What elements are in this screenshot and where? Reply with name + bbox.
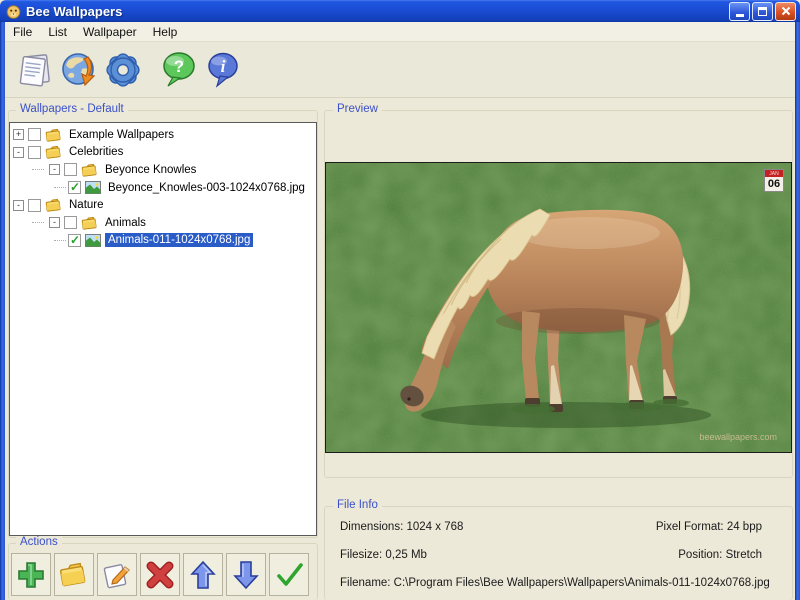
expander-icon[interactable]: - bbox=[49, 164, 60, 176]
expander-icon[interactable]: - bbox=[49, 217, 60, 229]
bee-app-icon bbox=[6, 4, 21, 19]
new-folder-icon bbox=[59, 562, 86, 586]
preview-group-label: Preview bbox=[333, 103, 382, 115]
tree-row-animals-file-selected[interactable]: Animals-011-1024x0768.jpg bbox=[10, 232, 316, 250]
calendar-day: 06 bbox=[767, 178, 781, 190]
delete-button[interactable] bbox=[140, 553, 180, 596]
expander-icon[interactable]: - bbox=[13, 146, 24, 158]
window-frame-left bbox=[0, 22, 5, 600]
maximize-icon bbox=[758, 6, 767, 16]
svg-text:i: i bbox=[221, 57, 226, 76]
edit-button[interactable] bbox=[97, 553, 137, 596]
checkbox[interactable] bbox=[64, 216, 77, 230]
tree-row-beyonce-file[interactable]: Beyonce_Knowles-003-1024x0768.jpg bbox=[10, 179, 316, 197]
wallpaper-tree[interactable]: + Example Wallpapers - Celebrities - Bey… bbox=[9, 122, 317, 536]
add-button[interactable] bbox=[11, 553, 51, 596]
tree-row-celebrities[interactable]: - Celebrities bbox=[10, 144, 316, 162]
title-bar: Bee Wallpapers bbox=[0, 0, 800, 22]
position-value: Position: Stretch bbox=[678, 549, 762, 561]
menu-help[interactable]: Help bbox=[145, 23, 186, 41]
checkbox[interactable] bbox=[28, 145, 41, 159]
checkbox-checked[interactable] bbox=[68, 233, 81, 247]
toolbar: ? i bbox=[5, 42, 795, 98]
settings-button[interactable] bbox=[101, 47, 145, 93]
info-balloon-icon: i bbox=[208, 52, 238, 88]
filename-value: Filename: C:\Program Files\Bee Wallpaper… bbox=[340, 577, 770, 589]
minimize-button[interactable] bbox=[729, 1, 750, 21]
about-button[interactable]: i bbox=[201, 47, 245, 93]
checkbox[interactable] bbox=[28, 198, 41, 212]
web-download-button[interactable] bbox=[57, 47, 101, 93]
apply-check-icon bbox=[277, 562, 303, 586]
pixel-format-value: Pixel Format: 24 bpp bbox=[655, 521, 762, 533]
tree-item-label[interactable]: Animals bbox=[102, 216, 149, 230]
dimensions-value: Dimensions: 1024 x 768 bbox=[340, 521, 464, 533]
folder-icon bbox=[81, 163, 98, 177]
apply-button[interactable] bbox=[269, 553, 309, 596]
bee-wallpapers-window: Bee Wallpapers File List Wallpaper Help bbox=[0, 0, 800, 600]
documents-icon bbox=[19, 53, 50, 87]
move-down-icon bbox=[233, 560, 259, 589]
delete-icon bbox=[146, 561, 174, 588]
tree-item-label[interactable]: Beyonce Knowles bbox=[102, 163, 199, 177]
tree-connector bbox=[54, 187, 66, 189]
window-title: Bee Wallpapers bbox=[26, 3, 123, 19]
tree-row-example-wallpapers[interactable]: + Example Wallpapers bbox=[10, 126, 316, 144]
tree-item-label[interactable]: Beyonce_Knowles-003-1024x0768.jpg bbox=[105, 181, 308, 195]
tree-item-label[interactable]: Nature bbox=[66, 198, 107, 212]
checkbox-checked[interactable] bbox=[68, 180, 81, 195]
help-button[interactable]: ? bbox=[157, 47, 201, 93]
maximize-button[interactable] bbox=[752, 1, 773, 21]
web-download-icon bbox=[62, 52, 96, 86]
wallpapers-group-label: Wallpapers - Default bbox=[16, 103, 128, 115]
tree-row-beyonce-knowles[interactable]: - Beyonce Knowles bbox=[10, 161, 316, 179]
expander-icon[interactable]: - bbox=[13, 199, 24, 211]
wallpaper-preview-image: JAN 06 beewallpapers.com bbox=[325, 162, 792, 453]
folder-icon bbox=[45, 198, 62, 212]
move-up-button[interactable] bbox=[183, 553, 223, 596]
tree-connector bbox=[54, 239, 66, 241]
wallpaper-list-button[interactable] bbox=[13, 47, 57, 93]
menu-wallpaper[interactable]: Wallpaper bbox=[75, 23, 145, 41]
calendar-date-badge: JAN 06 bbox=[764, 169, 784, 192]
tree-item-label[interactable]: Example Wallpapers bbox=[66, 128, 177, 142]
checkbox[interactable] bbox=[28, 128, 41, 142]
folder-icon bbox=[45, 145, 62, 160]
watermark-text: beewallpapers.com bbox=[699, 432, 777, 442]
move-down-button[interactable] bbox=[226, 553, 266, 596]
horse-photo bbox=[326, 163, 791, 452]
add-icon bbox=[18, 561, 44, 588]
folder-icon bbox=[45, 128, 62, 142]
filesize-value: Filesize: 0,25 Mb bbox=[340, 549, 427, 561]
image-file-icon bbox=[85, 181, 101, 195]
calendar-month-band: JAN bbox=[765, 170, 783, 177]
window-frame-right bbox=[795, 22, 800, 600]
actions-toolbar bbox=[11, 553, 309, 596]
edit-icon bbox=[103, 563, 130, 588]
menu-list[interactable]: List bbox=[40, 23, 75, 41]
close-icon bbox=[781, 6, 790, 16]
checkbox[interactable] bbox=[64, 163, 77, 177]
tree-item-label[interactable]: Animals-011-1024x0768.jpg bbox=[105, 233, 254, 248]
folder-icon bbox=[81, 216, 98, 230]
new-folder-button[interactable] bbox=[54, 553, 94, 596]
tree-connector bbox=[32, 169, 44, 171]
menu-file[interactable]: File bbox=[5, 23, 40, 41]
actions-group-label: Actions bbox=[16, 536, 62, 548]
image-file-icon bbox=[85, 233, 101, 247]
tree-row-animals[interactable]: - Animals bbox=[10, 214, 316, 232]
tree-item-label[interactable]: Celebrities bbox=[66, 145, 126, 159]
file-info-group-label: File Info bbox=[333, 499, 382, 511]
minimize-icon bbox=[735, 14, 744, 17]
svg-text:?: ? bbox=[174, 57, 184, 76]
menu-bar: File List Wallpaper Help bbox=[5, 22, 795, 42]
tree-connector bbox=[32, 222, 44, 224]
tree-row-nature[interactable]: - Nature bbox=[10, 196, 316, 214]
close-button[interactable] bbox=[775, 1, 796, 21]
settings-gear-icon bbox=[106, 52, 140, 87]
expander-icon[interactable]: + bbox=[13, 129, 24, 141]
help-balloon-icon: ? bbox=[163, 51, 195, 86]
move-up-icon bbox=[190, 560, 216, 589]
